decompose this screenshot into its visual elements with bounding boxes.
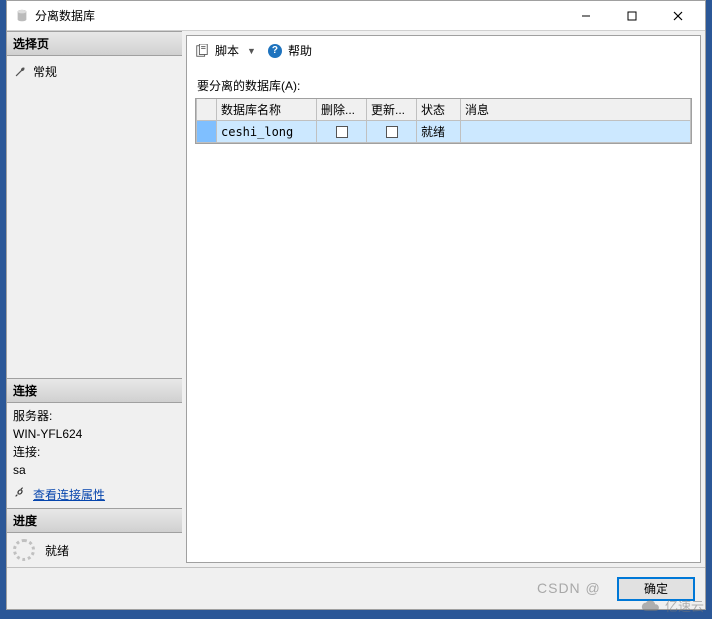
cell-state: 就绪	[417, 121, 461, 143]
view-connection-properties-link[interactable]: 查看连接属性	[33, 486, 105, 504]
watermark-csdn: CSDN @	[537, 580, 601, 596]
left-panel: 选择页 常规 连接 服务器: WIN-YFL624 连接: sa	[7, 31, 182, 567]
spinner-icon	[13, 539, 35, 561]
help-button[interactable]: 帮助	[288, 42, 312, 59]
detach-table-label: 要分离的数据库(A):	[197, 77, 692, 94]
select-page-header: 选择页	[7, 31, 182, 56]
connection-header: 连接	[7, 378, 182, 403]
row-selector[interactable]	[197, 121, 217, 143]
ok-button[interactable]: 确定	[617, 577, 695, 601]
wrench-icon	[13, 65, 27, 79]
connection-icon	[13, 485, 27, 504]
chevron-down-icon[interactable]: ▼	[247, 46, 256, 56]
table-row[interactable]: ceshi_long 就绪	[197, 121, 691, 143]
cell-update[interactable]	[367, 121, 417, 143]
col-update-header[interactable]: 更新...	[367, 99, 417, 121]
window-title: 分离数据库	[35, 7, 563, 24]
window-frame: 分离数据库 选择页 常规 连接 服务器: WIN-YFL624	[6, 0, 706, 610]
script-button[interactable]: 脚本	[215, 42, 239, 59]
checkbox-delete[interactable]	[336, 126, 348, 138]
maximize-button[interactable]	[609, 2, 655, 30]
database-icon	[15, 9, 29, 23]
col-message-header[interactable]: 消息	[461, 99, 691, 121]
cell-delete[interactable]	[317, 121, 367, 143]
connection-label: 连接:	[13, 443, 176, 461]
cell-message	[461, 121, 691, 143]
databases-grid[interactable]: 数据库名称 删除... 更新... 状态 消息 ceshi_long	[195, 98, 692, 144]
cell-db-name[interactable]: ceshi_long	[217, 121, 317, 143]
close-button[interactable]	[655, 2, 701, 30]
script-icon	[195, 44, 209, 58]
progress-status: 就绪	[7, 533, 182, 567]
title-bar[interactable]: 分离数据库	[7, 1, 705, 31]
checkbox-update[interactable]	[386, 126, 398, 138]
progress-status-text: 就绪	[45, 542, 69, 559]
progress-header: 进度	[7, 508, 182, 533]
page-general[interactable]: 常规	[13, 60, 176, 83]
footer-bar: 确定 CSDN @	[7, 567, 705, 609]
content-area: 选择页 常规 连接 服务器: WIN-YFL624 连接: sa	[7, 31, 705, 567]
right-panel: 脚本 ▼ ? 帮助 要分离的数据库(A): 数据库名称 删除...	[186, 35, 701, 563]
col-state-header[interactable]: 状态	[417, 99, 461, 121]
grid-header-row: 数据库名称 删除... 更新... 状态 消息	[197, 99, 691, 121]
col-delete-header[interactable]: 删除...	[317, 99, 367, 121]
server-label: 服务器:	[13, 407, 176, 425]
connection-value: sa	[13, 461, 176, 479]
connection-info: 服务器: WIN-YFL624 连接: sa 查看连接属性	[7, 403, 182, 508]
col-name-header[interactable]: 数据库名称	[217, 99, 317, 121]
help-icon: ?	[268, 44, 282, 58]
window-controls	[563, 2, 701, 30]
toolbar: 脚本 ▼ ? 帮助	[195, 42, 692, 67]
page-general-label: 常规	[33, 63, 57, 80]
minimize-button[interactable]	[563, 2, 609, 30]
server-value: WIN-YFL624	[13, 425, 176, 443]
